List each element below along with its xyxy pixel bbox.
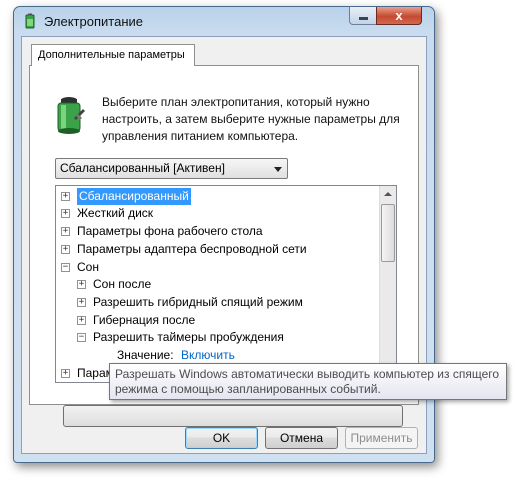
tab-advanced-settings[interactable]: Дополнительные параметры [31,44,195,66]
battery-icon [57,97,85,134]
arrow-up-icon [384,192,392,196]
vertical-scrollbar[interactable] [379,186,396,382]
expand-icon[interactable]: + [61,209,70,218]
tree-item-label: Сбалансированный [77,188,191,205]
expand-icon[interactable]: + [77,280,86,289]
expand-icon[interactable]: + [61,245,70,254]
tree-item-label: Сон после [93,277,152,291]
tree-item-label: Разрешить таймеры пробуждения [93,330,284,344]
apply-button[interactable]: Применить [345,427,418,449]
cancel-button[interactable]: Отмена [265,427,338,449]
minimize-button[interactable] [349,7,377,25]
power-plan-select-value: Сбалансированный [Активен] [60,161,225,175]
setting-value-link[interactable]: Включить [181,347,235,364]
settings-tree[interactable]: + Сбалансированный + Жесткий диск + Пара… [55,185,397,383]
scroll-up-button[interactable] [380,186,396,203]
expand-icon[interactable]: + [61,369,70,378]
tree-item-label: Гибернация после [93,313,196,327]
setting-value-label: Значение: [117,348,174,362]
tab-panel: Выберите план электропитания, который ну… [29,65,419,427]
tree-item-label: Сон [77,260,99,274]
scroll-thumb[interactable] [381,204,395,262]
tree-item-label: Разрешить гибридный спящий режим [93,295,303,309]
power-plan-select[interactable]: Сбалансированный [Активен] [55,158,288,179]
tooltip: Разрешать Windows автоматически выводить… [109,363,507,400]
expand-icon[interactable]: + [61,227,70,236]
power-options-icon [25,13,35,29]
chevron-down-icon [274,167,282,172]
expand-icon[interactable]: + [61,192,70,201]
tree-item-label: Жесткий диск [77,206,154,220]
expand-icon[interactable]: + [77,316,86,325]
expand-icon[interactable]: + [77,298,86,307]
close-button[interactable]: x [376,7,422,25]
tree-item-label: Параметры адаптера беспроводной сети [77,242,307,256]
restore-defaults-button[interactable] [63,405,403,427]
collapse-icon[interactable]: − [77,333,86,342]
window-title: Электропитание [44,14,143,29]
ok-button[interactable]: OK [185,427,258,449]
tree-item-label: Параметры фона рабочего стола [77,224,263,238]
title-bar[interactable]: Электропитание x [14,7,434,35]
intro-text: Выберите план электропитания, который ну… [102,95,400,143]
collapse-icon[interactable]: − [61,263,70,272]
